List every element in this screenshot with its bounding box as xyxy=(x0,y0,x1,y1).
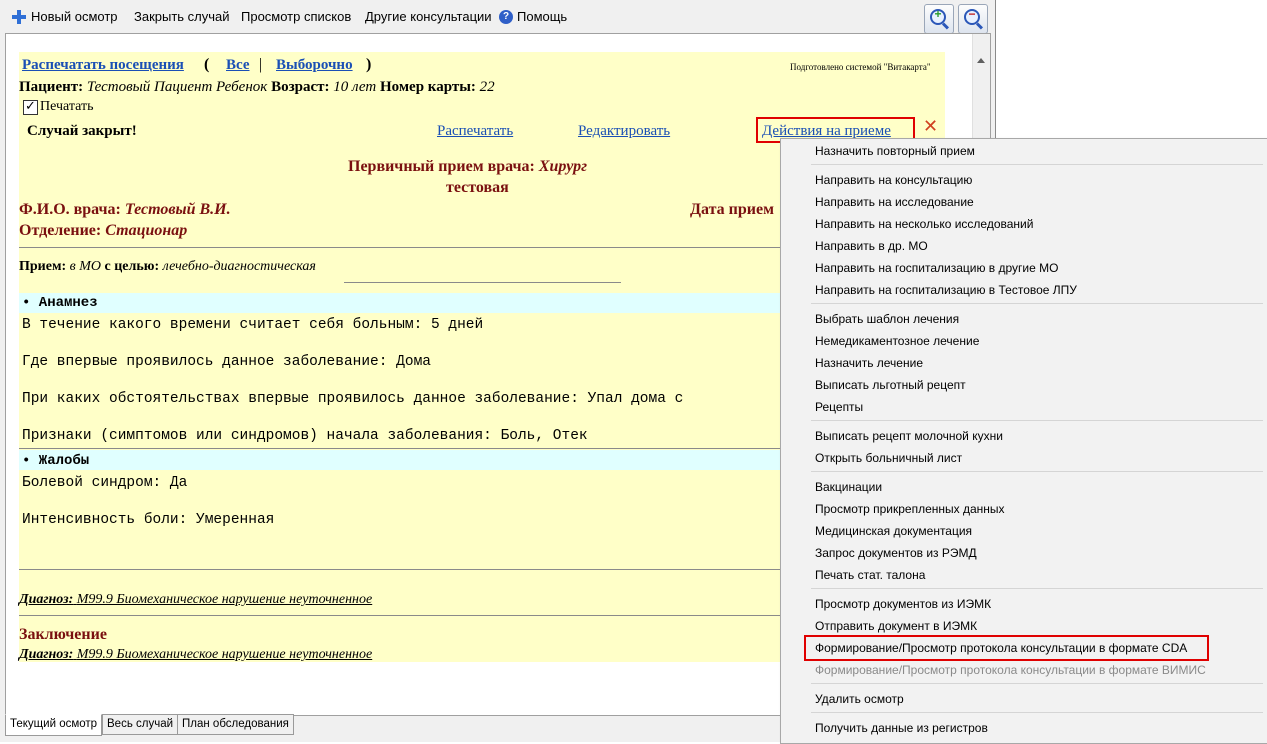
minus-sign-icon: − xyxy=(968,7,976,21)
menu-separator xyxy=(811,164,1263,165)
print-checkbox-label: Печатать xyxy=(40,99,94,114)
menu-separator xyxy=(811,303,1263,304)
patient-line: Пациент: Тестовый Пациент Ребенок Возрас… xyxy=(19,79,495,95)
anamnesis-line: В течение какого времени считает себя бо… xyxy=(22,317,484,333)
zoom-in-button[interactable]: + xyxy=(924,4,954,34)
prepared-by-note: Подготовлено системой "Витакарта" xyxy=(790,62,931,72)
print-link[interactable]: Распечатать xyxy=(437,123,513,140)
menu-item-vimis-protocol: Формирование/Просмотр протокола консульт… xyxy=(815,663,1206,677)
zoom-out-button[interactable]: − xyxy=(958,4,988,34)
all-link[interactable]: Все xyxy=(226,57,250,74)
menu-item-prescribe-treatment[interactable]: Назначить лечение xyxy=(815,355,923,371)
selective-link[interactable]: Выборочно xyxy=(276,57,353,74)
anamnesis-line: Где впервые проявилось данное заболевани… xyxy=(22,354,431,370)
close-case-button[interactable]: Закрыть случай xyxy=(134,8,230,26)
complaints-line: Интенсивность боли: Умеренная xyxy=(22,512,275,528)
actions-context-menu: Назначить повторный прием Направить на к… xyxy=(780,138,1267,744)
view-lists-button[interactable]: Просмотр списков xyxy=(241,8,351,26)
other-consults-button[interactable]: Другие консультации xyxy=(365,8,492,26)
menu-item-delete-exam[interactable]: Удалить осмотр xyxy=(815,691,904,707)
tab-exam-plan[interactable]: План обследования xyxy=(177,714,294,735)
menu-item-refer-multiple-studies[interactable]: Направить на несколько исследований xyxy=(815,216,1033,232)
conclusion-title: Заключение xyxy=(19,626,107,643)
menu-item-send-iemk[interactable]: Отправить документ в ИЭМК xyxy=(815,618,977,634)
menu-item-prescriptions[interactable]: Рецепты xyxy=(815,399,863,415)
complaints-line: Болевой синдром: Да xyxy=(22,475,188,491)
plus-sign-icon: + xyxy=(934,7,942,21)
menu-item-medical-documentation[interactable]: Медицинская документация xyxy=(815,523,972,539)
menu-separator xyxy=(811,471,1263,472)
menu-item-hospitalize-other-mo[interactable]: Направить на госпитализацию в другие МО xyxy=(815,260,1058,276)
card-number: 22 xyxy=(479,79,495,95)
menu-item-print-stat-coupon[interactable]: Печать стат. талона xyxy=(815,567,925,583)
anamnesis-line: Признаки (симптомов или синдромов) начал… xyxy=(22,428,588,444)
help-icon[interactable]: ? xyxy=(499,10,513,24)
tab-current-exam[interactable]: Текущий осмотр xyxy=(5,714,103,736)
menu-separator xyxy=(811,712,1263,713)
divider xyxy=(344,282,621,283)
menu-item-view-iemk-docs[interactable]: Просмотр документов из ИЭМК xyxy=(815,596,991,612)
reception-line: Прием: в МО с целью: лечебно-диагностиче… xyxy=(19,259,316,274)
menu-item-sick-leave[interactable]: Открыть больничный лист xyxy=(815,450,962,466)
menu-item-vaccinations[interactable]: Вакцинации xyxy=(815,479,882,495)
scroll-up-arrow-icon[interactable] xyxy=(977,58,985,63)
menu-item-remd-request[interactable]: Запрос документов из РЭМД xyxy=(815,545,977,561)
menu-item-attached-data[interactable]: Просмотр прикрепленных данных xyxy=(815,501,1005,517)
menu-separator xyxy=(811,683,1263,684)
menu-item-refer-study[interactable]: Направить на исследование xyxy=(815,194,974,210)
case-closed-text: Случай закрыт! xyxy=(27,123,137,139)
plus-icon[interactable] xyxy=(11,9,27,25)
visit-date-label: Дата прием xyxy=(690,201,774,218)
anamnesis-title: • Анамнез xyxy=(22,295,98,311)
menu-item-cda-protocol[interactable]: Формирование/Просмотр протокола консульт… xyxy=(815,640,1187,656)
edit-link[interactable]: Редактировать xyxy=(578,123,670,140)
help-button[interactable]: Помощь xyxy=(517,8,567,26)
menu-item-registry-data[interactable]: Получить данные из регистров xyxy=(815,720,988,736)
anamnesis-line: При каких обстоятельствах впервые прояви… xyxy=(22,391,684,407)
new-exam-button[interactable]: Новый осмотр xyxy=(31,8,118,26)
doctor-line: Ф.И.О. врача: Тестовый В.И. xyxy=(19,201,231,218)
menu-item-treatment-template[interactable]: Выбрать шаблон лечения xyxy=(815,311,959,327)
toolbar: Новый осмотр Закрыть случай Просмотр спи… xyxy=(0,0,995,34)
visit-title: Первичный прием врача: Хирург xyxy=(348,158,587,175)
patient-name: Тестовый Пациент Ребенок xyxy=(86,79,268,95)
menu-separator xyxy=(811,588,1263,589)
menu-item-repeat-visit[interactable]: Назначить повторный прием xyxy=(815,143,975,159)
tab-whole-case[interactable]: Весь случай xyxy=(102,714,179,735)
checkmark-icon: ✓ xyxy=(25,98,36,113)
menu-item-milk-kitchen-prescription[interactable]: Выписать рецепт молочной кухни xyxy=(815,428,1003,444)
patient-age: 10 лет xyxy=(333,79,377,95)
menu-item-non-drug-treatment[interactable]: Немедикаментозное лечение xyxy=(815,333,979,349)
menu-item-hospitalize-test-lpu[interactable]: Направить на госпитализацию в Тестовое Л… xyxy=(815,282,1077,298)
menu-item-refer-other-mo[interactable]: Направить в др. МО xyxy=(815,238,928,254)
menu-separator xyxy=(811,420,1263,421)
close-icon[interactable]: ✕ xyxy=(923,116,938,137)
diagnosis-line: Диагноз: M99.9 Биомеханическое нарушение… xyxy=(19,592,373,607)
print-visits-link[interactable]: Распечатать посещения xyxy=(22,57,184,74)
conclusion-diagnosis-line: Диагноз: M99.9 Биомеханическое нарушение… xyxy=(19,647,373,662)
print-checkbox[interactable]: ✓ xyxy=(23,98,38,115)
visit-subtitle: тестовая xyxy=(446,179,509,196)
complaints-title: • Жалобы xyxy=(22,453,90,469)
menu-item-preferential-prescription[interactable]: Выписать льготный рецепт xyxy=(815,377,966,393)
department-line: Отделение: Стационар xyxy=(19,222,188,239)
menu-item-refer-consultation[interactable]: Направить на консультацию xyxy=(815,172,972,188)
